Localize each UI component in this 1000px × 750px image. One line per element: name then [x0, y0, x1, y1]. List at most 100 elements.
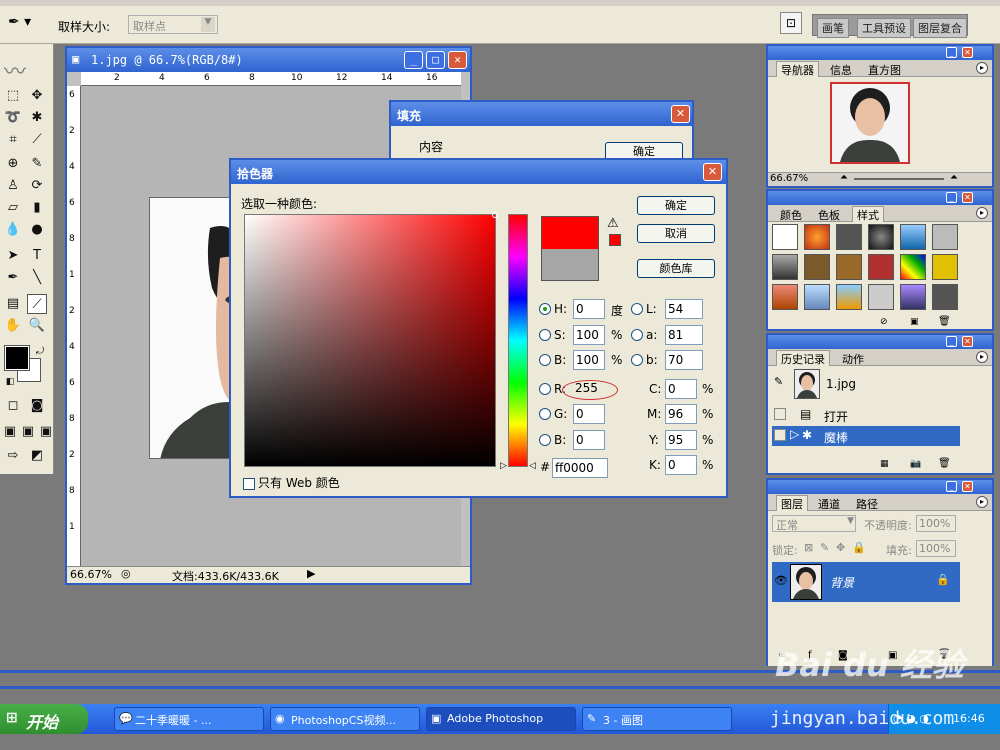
tab-histogram[interactable]: 直方图 [864, 62, 905, 78]
marquee-tool-icon[interactable]: ⬚ [3, 86, 23, 106]
history-source-box[interactable] [774, 408, 786, 420]
sample-size-select[interactable]: 取样点 ▼ [128, 15, 218, 34]
hand-tool-icon[interactable]: ✋ [3, 316, 23, 336]
panel-menu-icon[interactable]: ▸ [976, 351, 988, 363]
standard-mode-icon[interactable]: ◻ [3, 396, 23, 416]
imageready-icon[interactable]: ◩ [27, 446, 47, 466]
well-tab-layer-comps[interactable]: 图层复合 [913, 18, 967, 38]
style-swatch[interactable] [772, 284, 798, 310]
zoom-slider[interactable] [854, 178, 944, 180]
eyedropper-tool-icon[interactable]: ⟋ [27, 294, 47, 314]
tab-channels[interactable]: 通道 [814, 496, 844, 512]
ok-button[interactable]: 确定 [637, 196, 715, 215]
panel-title-bar[interactable]: _ ✕ [768, 335, 992, 349]
eye-icon[interactable]: 👁 [774, 574, 788, 587]
lightness-radio[interactable] [631, 303, 643, 315]
style-swatch[interactable] [804, 224, 830, 250]
minimize-button[interactable]: _ [946, 192, 957, 203]
healing-brush-tool-icon[interactable]: ⊕ [3, 154, 23, 174]
style-swatch[interactable] [868, 254, 894, 280]
style-swatch[interactable] [932, 224, 958, 250]
history-step[interactable]: ▤ 打开 [772, 405, 960, 425]
new-style-icon[interactable]: ▣ [910, 317, 919, 327]
tab-info[interactable]: 信息 [826, 62, 856, 78]
tab-color[interactable]: 颜色 [776, 207, 806, 223]
notes-tool-icon[interactable]: ▤ [3, 294, 23, 314]
status-menu-icon[interactable]: ◎ [121, 567, 131, 580]
close-button[interactable]: ✕ [962, 192, 973, 203]
zoom-out-icon[interactable]: ⏶ [840, 172, 848, 183]
file-browser-icon[interactable]: ⊡ [780, 12, 802, 34]
close-button[interactable]: ✕ [962, 47, 973, 58]
magenta-input[interactable]: 96 [665, 404, 697, 424]
close-button[interactable]: ✕ [962, 336, 973, 347]
checkbox-box[interactable] [243, 477, 255, 490]
start-button[interactable]: ⊞ 开始 [0, 704, 88, 734]
tab-layers[interactable]: 图层 [776, 495, 808, 511]
lock-transparency-icon[interactable]: ⊠ [804, 541, 813, 554]
maximize-button[interactable]: □ [426, 51, 445, 69]
gradient-tool-icon[interactable]: ▮ [27, 198, 47, 218]
taskbar-item-photoshop[interactable]: ▣ Adobe Photoshop [426, 707, 576, 731]
a-input[interactable]: 81 [665, 325, 703, 345]
history-brush-tool-icon[interactable]: ⟳ [27, 176, 47, 196]
close-button[interactable]: ✕ [962, 481, 973, 492]
taskbar-item-browser[interactable]: ◉ PhotoshopCS视频... [270, 707, 420, 731]
jump-to-imageready-icon[interactable]: ⇨ [3, 446, 23, 466]
hue-slider[interactable] [508, 214, 528, 467]
slider-arrow-right-icon[interactable]: ◁ [529, 461, 536, 471]
fill-dialog-title-bar[interactable]: 填充 ✕ [391, 102, 692, 126]
brightness-input[interactable]: 100 [573, 350, 605, 370]
zoom-tool-icon[interactable]: 🔍 [27, 316, 47, 336]
well-tab-brushes[interactable]: 画笔 [817, 18, 849, 38]
color-field[interactable] [244, 212, 498, 467]
style-swatch[interactable] [868, 224, 894, 250]
hue-radio[interactable] [539, 303, 551, 315]
magic-wand-tool-icon[interactable]: ✱ [27, 108, 47, 128]
zoom-in-icon[interactable]: ⏶ [950, 172, 958, 183]
delete-style-icon[interactable]: 🗑 [938, 316, 951, 327]
panel-menu-icon[interactable]: ▸ [976, 62, 988, 74]
hex-input[interactable]: ff0000 [552, 458, 608, 478]
taskbar-item-paint[interactable]: ✎ 3 - 画图 [582, 707, 732, 731]
tab-paths[interactable]: 路径 [852, 496, 882, 512]
a-radio[interactable] [631, 329, 643, 341]
document-title-bar[interactable]: ▣ 1.jpg @ 66.7%(RGB/8#) _ □ ✕ [67, 48, 470, 72]
b-radio[interactable] [631, 354, 643, 366]
eraser-tool-icon[interactable]: ▱ [3, 198, 23, 218]
green-radio[interactable] [539, 408, 551, 420]
screen-mode-full-icon[interactable]: ▣ [36, 422, 56, 442]
minimize-button[interactable]: _ [946, 336, 957, 347]
tab-swatches[interactable]: 色板 [814, 207, 844, 223]
slice-tool-icon[interactable]: ⟋ [27, 130, 47, 150]
blue-input[interactable]: 0 [573, 430, 605, 450]
dodge-tool-icon[interactable]: ● [27, 220, 47, 240]
crop-tool-icon[interactable]: ⌗ [3, 130, 23, 150]
tab-navigator[interactable]: 导航器 [776, 61, 819, 77]
style-swatch[interactable] [804, 284, 830, 310]
green-input[interactable]: 0 [573, 404, 605, 424]
foreground-color-swatch[interactable] [4, 345, 30, 371]
style-swatch[interactable] [932, 254, 958, 280]
eyedropper-tool-preset-icon[interactable]: ✒ ▾ [8, 14, 38, 34]
clear-style-icon[interactable]: ⊘ [880, 317, 888, 327]
current-color-swatch[interactable] [541, 249, 599, 281]
close-button[interactable]: ✕ [671, 105, 690, 123]
screen-mode-menubar-icon[interactable]: ▣ [18, 422, 38, 442]
brightness-radio[interactable] [539, 354, 551, 366]
quick-mask-mode-icon[interactable]: ◙ [27, 396, 47, 416]
navigator-zoom[interactable]: 66.67% [770, 173, 808, 184]
web-colors-only-checkbox[interactable]: 只有 Web 颜色 [243, 474, 340, 491]
cyan-input[interactable]: 0 [665, 379, 697, 399]
blend-mode-select[interactable]: 正常 ▼ [772, 515, 856, 532]
status-arrow-icon[interactable]: ▶ [307, 567, 315, 580]
minimize-button[interactable]: _ [946, 481, 957, 492]
panel-title-bar[interactable]: _ ✕ [768, 191, 992, 205]
clock[interactable]: 16:46 [953, 712, 985, 725]
style-swatch[interactable] [836, 284, 862, 310]
move-tool-icon[interactable]: ✥ [27, 86, 47, 106]
style-swatch[interactable] [900, 254, 926, 280]
pen-tool-icon[interactable]: ✒ [3, 268, 23, 288]
lasso-tool-icon[interactable]: ➰ [3, 108, 23, 128]
path-selection-tool-icon[interactable]: ➤ [3, 246, 23, 266]
